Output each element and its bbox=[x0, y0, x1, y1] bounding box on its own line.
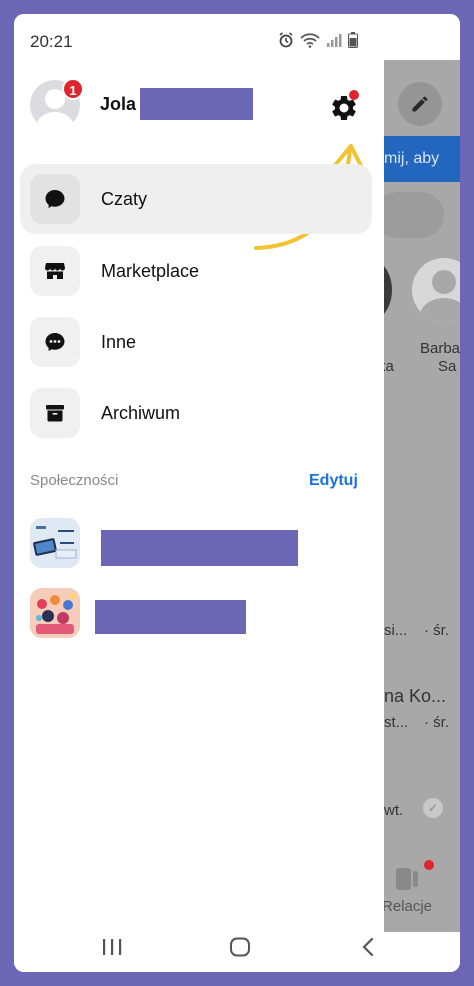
status-bar: 20:21 bbox=[14, 14, 460, 60]
background-row1-left: si... bbox=[384, 622, 408, 639]
back-button[interactable] bbox=[348, 932, 388, 962]
battery-icon bbox=[348, 32, 358, 48]
home-icon bbox=[230, 937, 250, 957]
redacted-community-name-2 bbox=[95, 600, 246, 634]
menu-label-archive: Archiwum bbox=[101, 402, 181, 423]
chat-bubble-icon bbox=[30, 174, 80, 224]
signal-icon bbox=[327, 34, 342, 47]
read-check-icon: ✓ bbox=[423, 798, 443, 818]
phone-screen: mij, aby ka Barbar Sa si... · śr. na Ko.… bbox=[14, 14, 460, 972]
chat-dots-icon bbox=[30, 317, 80, 367]
status-time: 20:21 bbox=[30, 32, 73, 51]
background-contact-name-2: Sa bbox=[438, 358, 457, 375]
menu-item-marketplace[interactable]: Marketplace bbox=[20, 236, 372, 306]
stories-badge bbox=[424, 860, 434, 870]
menu-item-chats[interactable]: Czaty bbox=[20, 164, 372, 234]
community-thumbnail-2[interactable] bbox=[30, 588, 80, 638]
stories-icon bbox=[396, 868, 420, 890]
redacted-community-name-1 bbox=[101, 530, 298, 566]
wifi-icon bbox=[300, 33, 320, 48]
profile-notification-badge: 1 bbox=[62, 78, 84, 100]
community-image-1 bbox=[30, 518, 80, 568]
background-contact-name-1: Barbar bbox=[420, 340, 460, 357]
background-row3-left: wt. bbox=[384, 802, 404, 819]
status-icons bbox=[278, 32, 358, 48]
navigation-drawer: 1 Jola Czaty Marketplace Inne Archiwum S… bbox=[14, 60, 384, 932]
menu-item-archive[interactable]: Archiwum bbox=[20, 378, 372, 448]
background-contact-left: ka bbox=[384, 358, 394, 375]
communities-edit-link[interactable]: Edytuj bbox=[309, 472, 358, 490]
alarm-icon bbox=[279, 32, 293, 48]
communities-section-title: Społeczności bbox=[30, 472, 119, 489]
community-thumbnail-1[interactable] bbox=[30, 518, 80, 568]
redacted-surname bbox=[140, 88, 253, 120]
menu-label-other: Inne bbox=[101, 331, 137, 352]
background-row1-right: · śr. bbox=[424, 622, 449, 639]
profile-name[interactable]: Jola bbox=[100, 94, 136, 115]
home-button[interactable] bbox=[220, 932, 260, 962]
menu-label-chats: Czaty bbox=[101, 188, 148, 209]
background-chats-screen: mij, aby ka Barbar Sa si... · śr. na Ko.… bbox=[384, 60, 460, 932]
background-banner: mij, aby bbox=[384, 136, 460, 182]
background-row2-name: na Ko... bbox=[384, 686, 447, 706]
archive-box-icon bbox=[30, 388, 80, 438]
menu-label-marketplace: Marketplace bbox=[101, 260, 200, 281]
back-chevron-icon bbox=[362, 937, 374, 957]
background-row2-left: st... bbox=[384, 714, 409, 731]
pencil-icon bbox=[412, 96, 428, 112]
community-image-2 bbox=[30, 588, 80, 638]
background-row2-right: · śr. bbox=[424, 714, 449, 731]
settings-notification-dot bbox=[349, 90, 359, 100]
recent-apps-icon bbox=[103, 939, 122, 955]
store-icon bbox=[30, 246, 80, 296]
system-navigation-bar bbox=[14, 932, 460, 972]
background-tab-relacje: Relacje bbox=[384, 898, 433, 915]
background-avatar bbox=[412, 258, 460, 322]
new-message-button bbox=[398, 82, 442, 126]
background-avatar-dark bbox=[384, 258, 392, 322]
menu-item-other[interactable]: Inne bbox=[20, 307, 372, 377]
background-search bbox=[384, 192, 444, 238]
recent-apps-button[interactable] bbox=[92, 932, 132, 962]
